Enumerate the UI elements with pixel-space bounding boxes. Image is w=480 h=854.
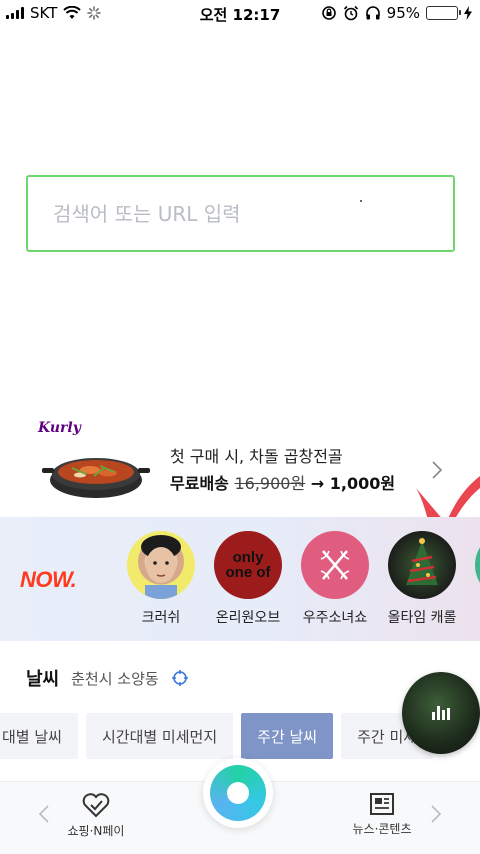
avatar: only one of [214, 531, 282, 599]
status-bar: SKT 오전 12:17 95% [0, 0, 480, 28]
shopping-npay-label: 쇼핑·N페이 [67, 824, 125, 838]
ad-price: 무료배송 16,900원 → 1,000원 [170, 470, 395, 494]
weather-location[interactable]: 춘천시 소양동 [71, 668, 159, 689]
tab-hourly-dust[interactable]: 시간대별 미세먼지 [85, 713, 234, 759]
now-item[interactable]: 초 [464, 531, 480, 627]
now-item-label: 우주소녀쇼 [302, 610, 368, 626]
tab-daily-weather[interactable]: 대별 날씨 [0, 713, 78, 759]
chevron-right-icon[interactable] [430, 804, 442, 824]
charging-icon [464, 6, 472, 20]
price-arrow: → [310, 474, 325, 493]
now-live-section: NOW. 크러쉬 only one of 온리원오브 우주소녀쇼 올타임 캐롤 [0, 517, 480, 641]
cosmic-girls-icon [320, 550, 350, 580]
battery-percent: 95% [386, 4, 420, 22]
weather-tabs: 대별 날씨 시간대별 미세먼지 주간 날씨 주간 미세 [0, 713, 434, 759]
avatar [301, 531, 369, 599]
new-price: 1,000원 [329, 474, 396, 493]
cursor-dot [360, 200, 362, 202]
green-dot-ring [210, 765, 266, 821]
now-item[interactable]: only one of 온리원오브 [203, 531, 293, 627]
old-price: 16,900원 [234, 474, 306, 493]
avatar [475, 531, 480, 599]
shopping-npay-button[interactable]: 쇼핑·N페이 [46, 792, 146, 839]
ad-banner[interactable]: Kurly 첫 구매 시, 차돌 곱창전골 무료배송 16,900원 → 1,0… [0, 410, 480, 528]
now-item[interactable]: 크러쉬 [116, 531, 206, 627]
newspaper-icon [370, 793, 394, 815]
battery-icon [426, 6, 461, 20]
browser-home: SKT 오전 12:17 95% 검색어 또는 URL 입력 Kurly 첫 구… [0, 0, 480, 854]
green-dot-button[interactable] [203, 758, 273, 828]
weather-header: 날씨 춘천시 소양동 [26, 665, 189, 691]
tab-weekly-weather[interactable]: 주간 날씨 [241, 713, 334, 759]
heart-icon [82, 793, 110, 818]
music-player-button[interactable] [402, 672, 480, 754]
now-item-label: 올타임 캐롤 [387, 610, 457, 626]
hotpot-image [42, 458, 150, 498]
location-target-icon[interactable] [171, 669, 189, 687]
avatar [127, 531, 195, 599]
now-item[interactable]: 올타임 캐롤 [377, 531, 467, 627]
avatar-text: only one of [225, 549, 271, 581]
headphones-icon [365, 6, 380, 20]
free-shipping-label: 무료배송 [170, 474, 229, 493]
now-item-label: 초 [464, 607, 480, 627]
weather-title: 날씨 [26, 669, 60, 690]
now-item-label: 크러쉬 [141, 610, 181, 626]
avatar [388, 531, 456, 599]
now-item[interactable]: 우주소녀쇼 [290, 531, 380, 627]
news-content-label: 뉴스·콘텐츠 [352, 822, 412, 836]
equalizer-icon [432, 706, 450, 720]
alarm-icon [343, 5, 358, 21]
now-logo[interactable]: NOW. [20, 567, 77, 593]
search-box[interactable] [26, 175, 455, 252]
ad-title: 첫 구매 시, 차돌 곱창전골 [170, 447, 343, 466]
news-content-button[interactable]: 뉴스·콘텐츠 [332, 792, 432, 837]
search-input[interactable] [53, 201, 433, 226]
kurly-logo: Kurly [38, 420, 81, 436]
rotation-lock-icon [321, 6, 336, 20]
now-item-label: 온리원오브 [215, 610, 281, 626]
